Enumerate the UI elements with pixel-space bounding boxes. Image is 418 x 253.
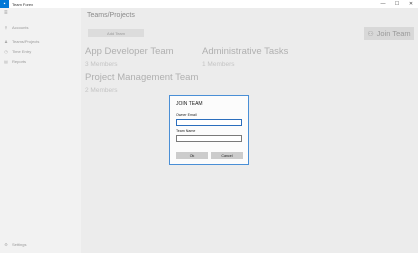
app-title: Team Forex [12,1,34,7]
maximize-icon[interactable]: ☐ [390,0,404,8]
add-team-label: Add Team [107,30,125,36]
owner-email-label: Owner Email [176,113,197,117]
hamburger-menu-icon[interactable]: ≡ [4,10,8,16]
team-members-count: 1 Members [202,61,235,68]
main-content: Teams/Projects Add Team ⚇ Join Team App … [81,8,418,253]
team-members-count: 2 Members [85,87,118,94]
join-team-icon: ⚇ [367,30,374,38]
join-team-dialog: JOIN TEAM Owner Email Team Name Ok Cance… [169,95,249,165]
team-name: Project Management Team [85,72,199,83]
team-name: App Developer Team [85,46,174,57]
cancel-label: Cancel [221,153,233,158]
sidebar-item-label: Reports [12,58,27,64]
sidebar-item-time-entry[interactable]: ◷ Time Entry [0,47,81,55]
team-icon: ♟ [4,38,8,44]
window-controls: — ☐ ✕ [376,0,418,8]
sidebar-item-settings[interactable]: ⚙ Settings [0,240,81,248]
clock-icon: ◷ [4,48,8,54]
team-members-count: 3 Members [85,61,118,68]
sidebar-item-label: Teams/Projects [12,38,40,44]
minimize-icon[interactable]: — [376,0,390,8]
search-icon: ⚲ [4,24,8,30]
sidebar-item-label: Time Entry [12,48,32,54]
team-card[interactable]: Project Management Team 2 Members [85,72,198,94]
sidebar: ≡ ⚲ Accounts ♟ Teams/Projects ◷ Time Ent… [0,8,81,253]
report-icon: ▤ [4,58,8,64]
sidebar-item-teams-projects[interactable]: ♟ Teams/Projects [0,37,81,45]
team-name-label: Team Name [176,129,196,133]
dialog-title: JOIN TEAM [176,101,203,107]
close-icon[interactable]: ✕ [404,0,418,8]
app-icon: ▪ [0,0,9,8]
team-card[interactable]: App Developer Team 3 Members [85,46,174,68]
cancel-button[interactable]: Cancel [211,152,243,159]
ok-button[interactable]: Ok [176,152,208,159]
sidebar-item-reports[interactable]: ▤ Reports [0,57,81,65]
title-bar: ▪ Team Forex — ☐ ✕ [0,0,418,8]
owner-email-field[interactable] [176,119,242,126]
team-card[interactable]: Administrative Tasks 1 Members [202,46,288,68]
team-name-field[interactable] [176,135,242,142]
ok-label: Ok [189,153,195,158]
join-team-label: Join Team [376,29,411,38]
sidebar-item-accounts[interactable]: ⚲ Accounts [0,23,81,31]
page-title: Teams/Projects [87,12,135,19]
add-team-button[interactable]: Add Team [88,29,144,37]
gear-icon: ⚙ [4,241,8,247]
sidebar-item-label: Settings [12,241,27,247]
team-name: Administrative Tasks [202,46,289,57]
join-team-button[interactable]: ⚇ Join Team [364,27,414,40]
sidebar-item-label: Accounts [12,24,29,30]
